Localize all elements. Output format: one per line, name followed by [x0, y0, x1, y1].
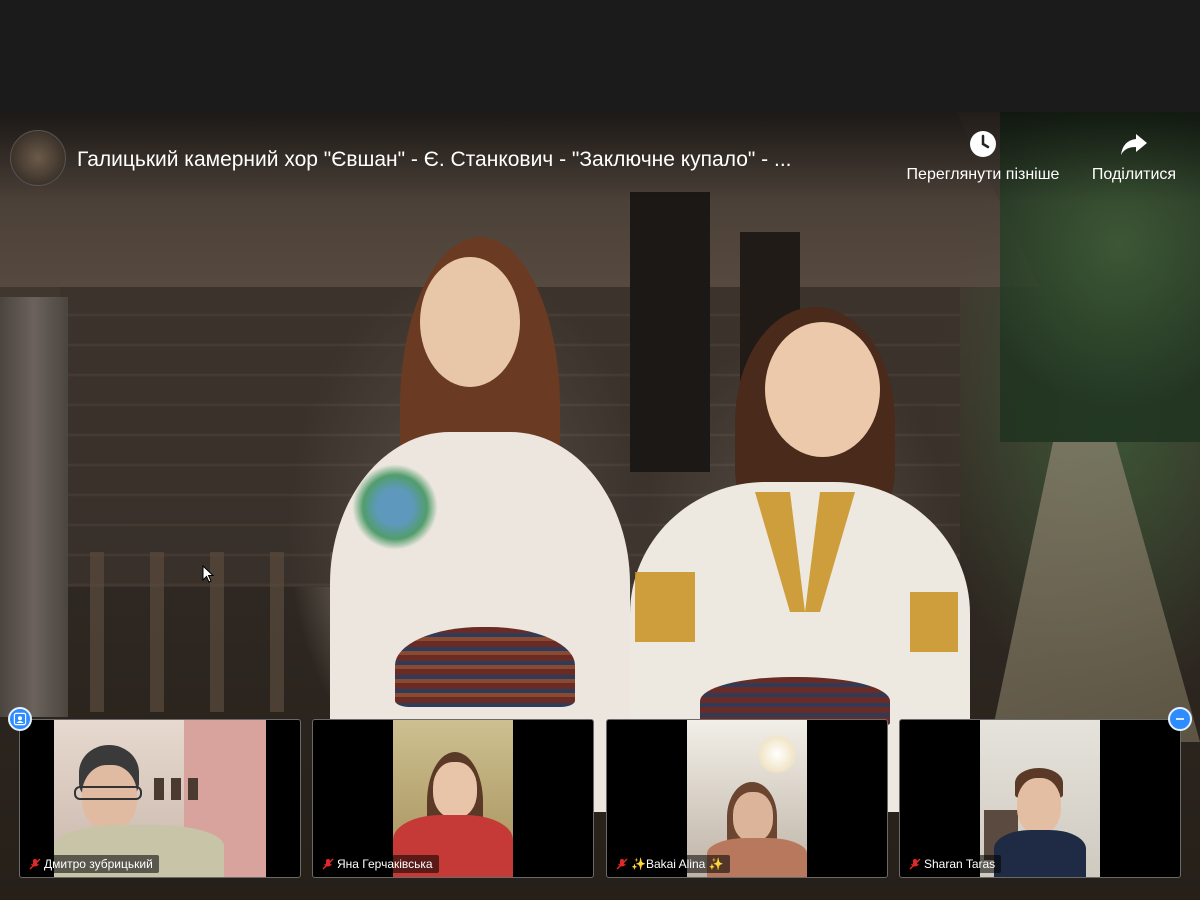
muted-mic-icon [616, 858, 628, 870]
participant-name-label: Дмитро зубрицький [26, 855, 159, 873]
participant-tile[interactable]: Sharan Taras [899, 719, 1181, 878]
participant-name: ✨Bakai Alina ✨ [631, 857, 724, 871]
participant-tile[interactable]: ✨Bakai Alina ✨ [606, 719, 888, 878]
share-arrow-icon [1121, 134, 1147, 155]
embroidery [350, 452, 440, 562]
channel-avatar[interactable] [10, 130, 66, 186]
participant-tile[interactable]: Яна Герчаківська [312, 719, 594, 878]
share-button[interactable]: Поділитися [1082, 128, 1186, 184]
minus-icon [1176, 718, 1184, 720]
singer-2-face [765, 322, 880, 457]
clock-icon [970, 131, 996, 157]
ceiling-light [757, 734, 797, 774]
video-title[interactable]: Галицький камерний хор "Євшан" - Є. Стан… [77, 148, 887, 172]
participant-name: Яна Герчаківська [337, 857, 433, 871]
meeting-top-bar [0, 0, 1200, 112]
participant-video [54, 720, 266, 877]
participant-video [687, 720, 807, 877]
embroidery [910, 592, 958, 652]
muted-mic-icon [29, 858, 41, 870]
participant-face [433, 762, 477, 818]
participant-name-label: Яна Герчаківська [319, 855, 439, 873]
participant-video [393, 720, 513, 877]
video-fence [90, 552, 350, 712]
glasses-icon [74, 786, 142, 800]
participant-face [1017, 778, 1061, 834]
participant-tile[interactable]: Дмитро зубрицький [19, 719, 301, 878]
switch-view-button[interactable] [8, 707, 32, 731]
participant-name-label: ✨Bakai Alina ✨ [613, 855, 730, 873]
mouse-cursor-icon [202, 565, 214, 583]
share-label: Поділитися [1091, 166, 1177, 183]
participant-shirt [994, 830, 1086, 877]
watch-later-label: Переглянути пізніше [906, 166, 1060, 183]
person-icon [13, 712, 27, 726]
participant-name: Дмитро зубрицький [44, 857, 153, 871]
participant-name: Sharan Taras [924, 857, 996, 871]
singer-1-face [420, 257, 520, 387]
minimize-strip-button[interactable] [1168, 707, 1192, 731]
watch-later-button[interactable]: Переглянути пізніше [895, 128, 1071, 184]
participant-name-label: Sharan Taras [906, 855, 1002, 873]
video-path [990, 442, 1200, 742]
muted-mic-icon [909, 858, 921, 870]
singer-1-belt [395, 627, 575, 707]
wall-icons [154, 778, 204, 800]
embroidery [635, 572, 695, 642]
participant-video [980, 720, 1100, 877]
video-post [0, 297, 68, 717]
muted-mic-icon [322, 858, 334, 870]
participant-face [733, 792, 773, 842]
video-window [630, 192, 710, 472]
